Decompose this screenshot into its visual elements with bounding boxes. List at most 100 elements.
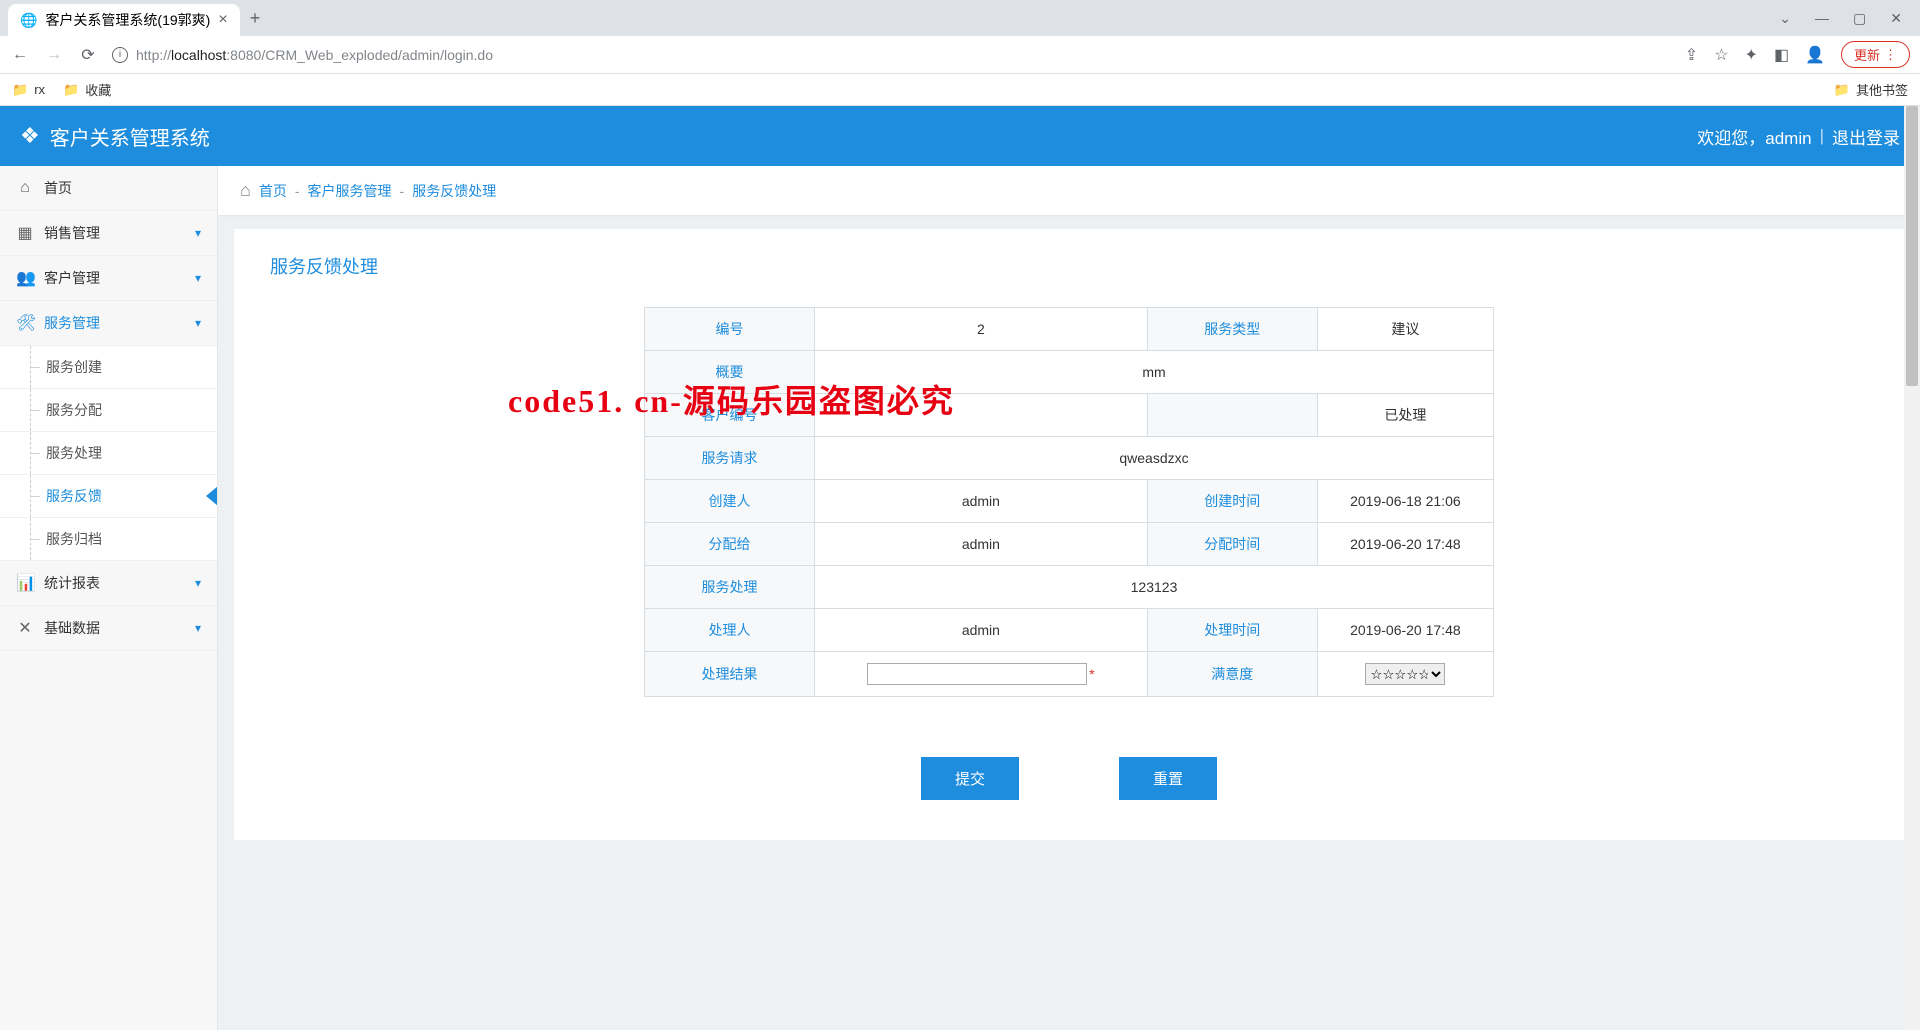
panel-title: 服务反馈处理 [270, 253, 1868, 279]
site-info-icon[interactable]: i [112, 47, 128, 63]
label-creator: 创建人 [645, 480, 815, 523]
breadcrumb: ⌂ 首页 - 客户服务管理 - 服务反馈处理 [218, 166, 1920, 215]
sidebar-item-home[interactable]: ⌂ 首页 [0, 166, 217, 211]
separator: - [295, 183, 300, 199]
active-marker-icon [206, 486, 218, 506]
value-creator: admin [815, 480, 1148, 523]
label-request: 服务请求 [645, 437, 815, 480]
result-input[interactable] [867, 663, 1087, 685]
required-marker: * [1089, 666, 1094, 682]
app-header: ❖ 客户关系管理系统 欢迎您，admin | 退出登录 [0, 106, 1920, 166]
sidebar-item-label: 基础数据 [44, 618, 100, 638]
chevron-down-icon: ▾ [195, 316, 201, 330]
sidebar-item-service[interactable]: 🛠 服务管理 ▾ [0, 301, 217, 346]
update-button[interactable]: 更新⋮ [1841, 41, 1910, 68]
sub-item-label: 服务处理 [46, 443, 102, 463]
table-row: 服务处理 123123 [645, 566, 1494, 609]
folder-icon: 📁 [63, 82, 79, 98]
chevron-down-icon[interactable]: ⌄ [1779, 10, 1791, 27]
value-type: 建议 [1317, 308, 1493, 351]
sub-item-archive[interactable]: 服务归档 [0, 518, 217, 561]
url-field[interactable]: i http://localhost:8080/CRM_Web_exploded… [112, 47, 1671, 63]
table-row: 概要 mm [645, 351, 1494, 394]
label-result: 处理结果 [645, 652, 815, 697]
value-assign-to: admin [815, 523, 1148, 566]
close-tab-icon[interactable]: × [218, 11, 227, 29]
new-tab-button[interactable]: + [250, 8, 261, 29]
folder-icon: 📁 [1834, 82, 1850, 98]
profile-icon[interactable]: 👤 [1805, 45, 1825, 65]
chevron-down-icon: ▾ [195, 271, 201, 285]
users-icon: 👥 [16, 268, 34, 288]
chart-icon: 📊 [16, 573, 34, 593]
sub-item-create[interactable]: 服务创建 [0, 346, 217, 389]
sidebar-item-customer[interactable]: 👥 客户管理 ▾ [0, 256, 217, 301]
sub-item-process[interactable]: 服务处理 [0, 432, 217, 475]
bookmark-rx[interactable]: 📁rx [12, 82, 45, 98]
satisfaction-select[interactable]: ☆☆☆☆☆ [1365, 663, 1445, 685]
value-assign-time: 2019-06-20 17:48 [1317, 523, 1493, 566]
form-panel: 服务反馈处理 code51. cn-源码乐园盗图必究 编号 2 服务类型 建议 … [234, 229, 1904, 840]
breadcrumb-home[interactable]: 首页 [259, 181, 287, 201]
sidebar: ⌂ 首页 ▦ 销售管理 ▾ 👥 客户管理 ▾ 🛠 服务管理 ▾ 服务创建 服务分… [0, 166, 218, 1030]
chevron-down-icon: ▾ [195, 621, 201, 635]
submit-button[interactable]: 提交 [921, 757, 1019, 800]
reload-button[interactable]: ⟳ [78, 45, 98, 65]
maximize-icon[interactable]: ▢ [1853, 10, 1866, 27]
sub-item-label: 服务归档 [46, 529, 102, 549]
sub-item-feedback[interactable]: 服务反馈 [0, 475, 217, 518]
other-bookmarks[interactable]: 📁其他书签 [1834, 80, 1908, 99]
label-process: 服务处理 [645, 566, 815, 609]
home-icon: ⌂ [240, 180, 251, 201]
browser-tab[interactable]: 🌐 客户关系管理系统(19郭爽) × [8, 4, 240, 36]
cell-satisfaction: ☆☆☆☆☆ [1317, 652, 1493, 697]
value-process: 123123 [815, 566, 1494, 609]
share-icon[interactable]: ⇪ [1685, 45, 1698, 65]
value-process-time: 2019-06-20 17:48 [1317, 609, 1493, 652]
label-id: 编号 [645, 308, 815, 351]
forward-button[interactable]: → [44, 46, 64, 64]
sidebar-item-sales[interactable]: ▦ 销售管理 ▾ [0, 211, 217, 256]
breadcrumb-l3[interactable]: 服务反馈处理 [412, 181, 496, 201]
separator: - [400, 183, 405, 199]
app-logo: ❖ 客户关系管理系统 [20, 122, 210, 151]
browser-chrome: 🌐 客户关系管理系统(19郭爽) × + ⌄ — ▢ ✕ ← → ⟳ i htt… [0, 0, 1920, 106]
star-icon[interactable]: ☆ [1714, 45, 1728, 65]
sub-item-label: 服务创建 [46, 357, 102, 377]
label-assign-time: 分配时间 [1147, 523, 1317, 566]
logout-link[interactable]: 退出登录 [1832, 124, 1900, 149]
sidebar-item-stats[interactable]: 📊 统计报表 ▾ [0, 561, 217, 606]
sub-item-assign[interactable]: 服务分配 [0, 389, 217, 432]
url-text: http://localhost:8080/CRM_Web_exploded/a… [136, 47, 493, 63]
close-window-icon[interactable]: ✕ [1890, 10, 1902, 27]
sidebar-item-label: 客户管理 [44, 268, 100, 288]
label-type: 服务类型 [1147, 308, 1317, 351]
window-controls: ⌄ — ▢ ✕ [1779, 10, 1912, 27]
button-row: 提交 重置 [270, 757, 1868, 800]
logo-icon: ❖ [20, 123, 40, 149]
value-id: 2 [815, 308, 1148, 351]
sidebar-item-label: 统计报表 [44, 573, 100, 593]
sidebar-item-base[interactable]: ✕ 基础数据 ▾ [0, 606, 217, 651]
back-button[interactable]: ← [10, 46, 30, 64]
value-request: qweasdzxc [815, 437, 1494, 480]
table-row: 处理结果 * 满意度 ☆☆☆☆☆ [645, 652, 1494, 697]
table-row: 创建人 admin 创建时间 2019-06-18 21:06 [645, 480, 1494, 523]
extensions-icon[interactable]: ✦ [1745, 45, 1758, 65]
scrollbar-track[interactable] [1904, 106, 1920, 1030]
table-row: 客户编号 已处理 [645, 394, 1494, 437]
globe-icon: 🌐 [20, 12, 37, 29]
bookmark-fav[interactable]: 📁收藏 [63, 80, 111, 99]
sidepanel-icon[interactable]: ◧ [1774, 45, 1789, 65]
table-row: 处理人 admin 处理时间 2019-06-20 17:48 [645, 609, 1494, 652]
sidebar-item-label: 首页 [44, 178, 72, 198]
table-row: 分配给 admin 分配时间 2019-06-20 17:48 [645, 523, 1494, 566]
value-cust-no [815, 394, 1148, 437]
breadcrumb-l2[interactable]: 客户服务管理 [308, 181, 392, 201]
minimize-icon[interactable]: — [1815, 10, 1829, 26]
label-summary: 概要 [645, 351, 815, 394]
home-icon: ⌂ [16, 179, 34, 197]
label-satisfaction: 满意度 [1147, 652, 1317, 697]
reset-button[interactable]: 重置 [1119, 757, 1217, 800]
scrollbar-thumb[interactable] [1906, 106, 1918, 386]
